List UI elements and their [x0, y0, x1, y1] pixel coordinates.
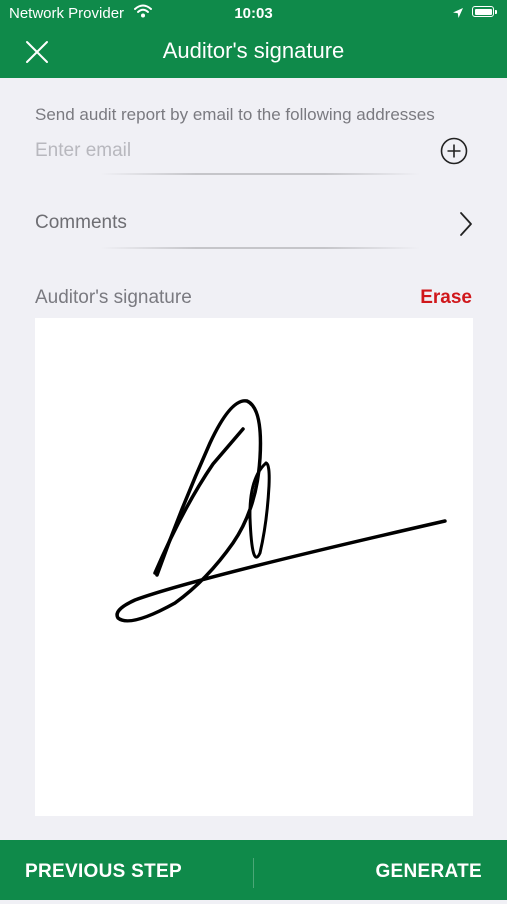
chevron-right-icon [460, 212, 472, 236]
signature-pad[interactable] [35, 318, 473, 816]
email-input[interactable] [35, 137, 425, 165]
comments-label: Comments [35, 212, 127, 233]
clock: 10:03 [234, 5, 273, 22]
comments-underline [100, 247, 420, 249]
status-bar: Network Provider 10:03 [0, 0, 507, 26]
signature-label: Auditor's signature [35, 287, 192, 308]
header-bar: Network Provider 10:03 Auditor's signatu… [0, 0, 507, 78]
email-underline [100, 173, 420, 175]
footer-bar: PREVIOUS STEP GENERATE [0, 840, 507, 900]
email-section-label: Send audit report by email to the follow… [35, 105, 435, 124]
erase-button[interactable]: Erase [420, 287, 472, 309]
generate-button[interactable]: GENERATE [375, 840, 482, 900]
location-arrow-icon [452, 6, 464, 23]
add-email-button[interactable] [440, 137, 468, 165]
comments-row[interactable]: Comments [0, 200, 507, 248]
signature-drawing [115, 399, 447, 623]
plus-circle-icon [440, 137, 468, 165]
page-title: Auditor's signature [162, 38, 345, 63]
battery-icon [472, 6, 497, 17]
previous-step-button[interactable]: PREVIOUS STEP [25, 840, 182, 900]
footer-divider [253, 858, 254, 888]
